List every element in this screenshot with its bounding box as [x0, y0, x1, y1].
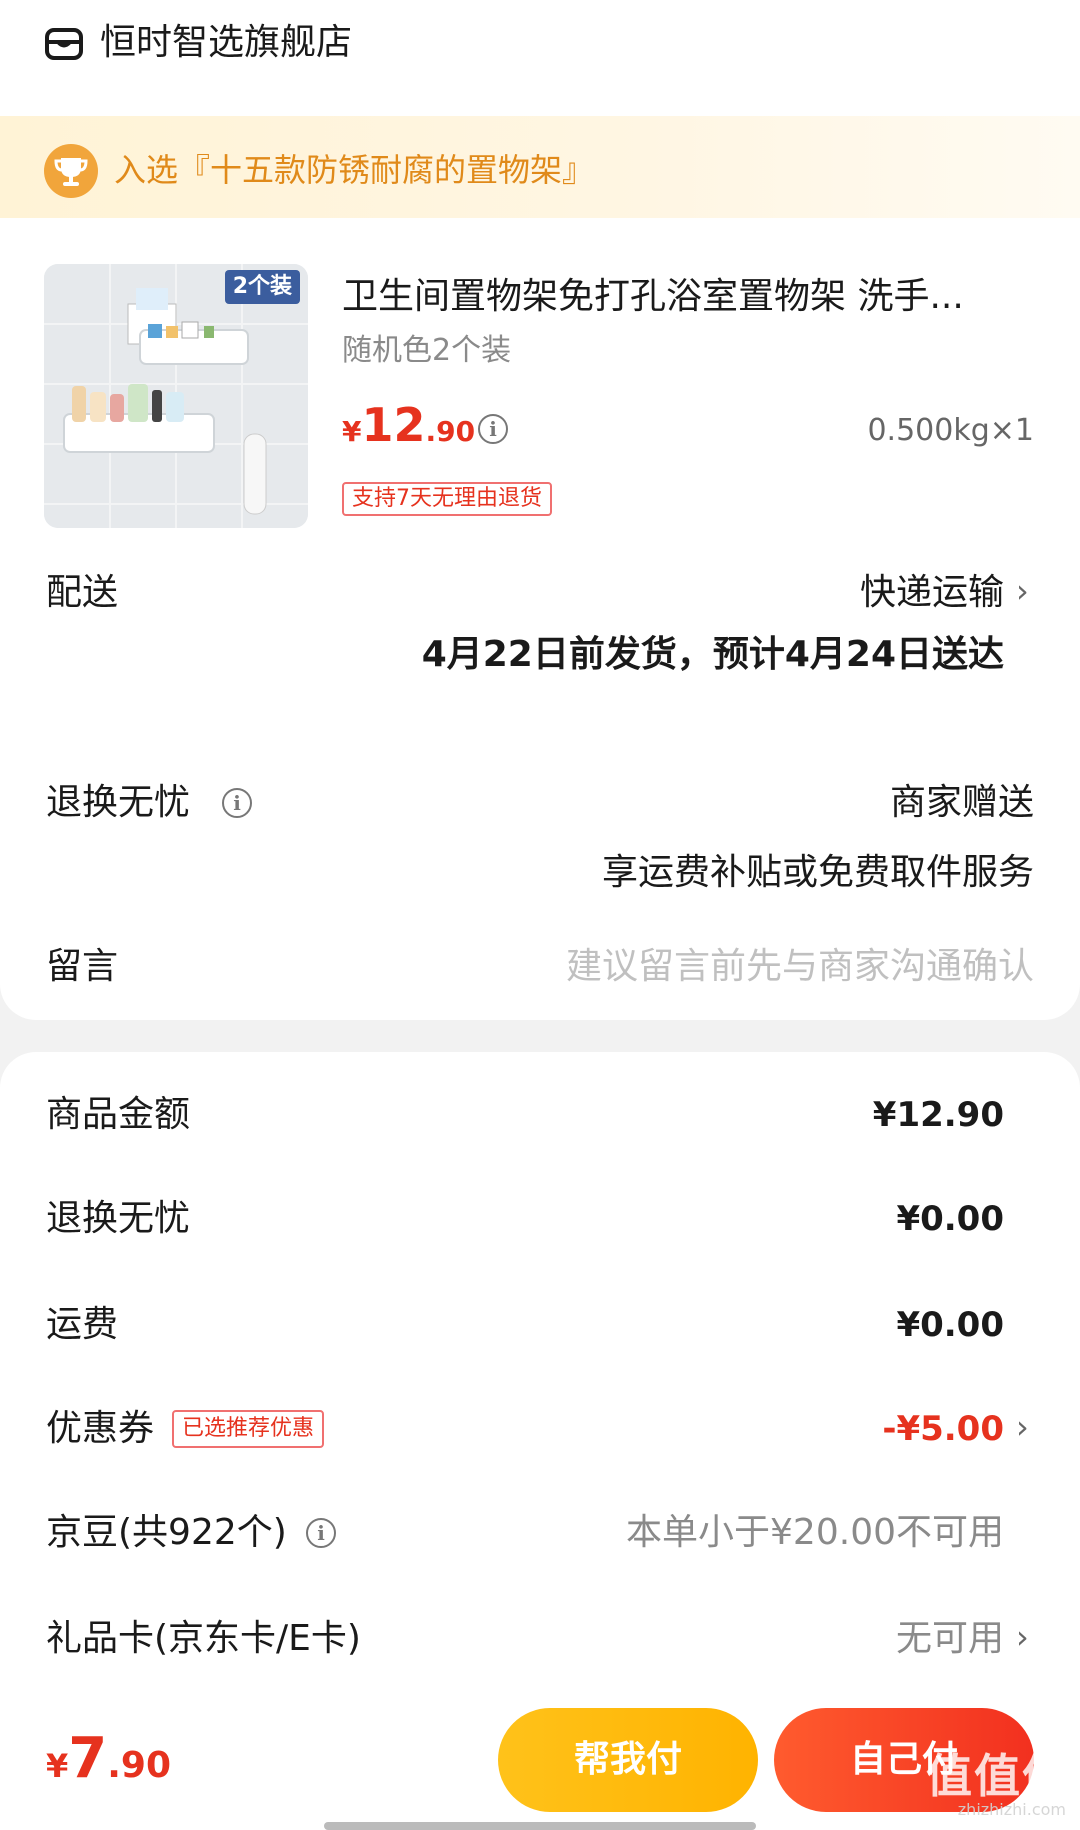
jingdou-label: 京豆(共922个): [46, 1512, 287, 1553]
total-price: ¥7.90: [46, 1724, 171, 1807]
return-policy-tag: 支持7天无理由退货: [342, 482, 552, 516]
worry-free-fee-label: 退换无忧: [46, 1198, 191, 1239]
pack-badge: 2个装: [224, 270, 300, 304]
shipping-label: 运费: [46, 1304, 119, 1345]
worry-free-value: 商家赠送: [889, 782, 1034, 823]
product-image[interactable]: 2个装: [44, 264, 308, 528]
watermark-url: zhizhizhi.com: [957, 1800, 1066, 1819]
price-info-icon[interactable]: i: [478, 414, 508, 444]
delivery-label: 配送: [46, 572, 119, 613]
award-text: 入选『十五款防锈耐腐的置物架』: [114, 151, 595, 189]
trophy-icon: [44, 144, 98, 198]
total-symbol: ¥: [46, 1747, 69, 1785]
delivery-schedule: 4月22日前发货，预计4月24日送达: [421, 634, 1004, 675]
chevron-right-icon[interactable]: ›: [1016, 1612, 1029, 1662]
product-title[interactable]: 卫生间置物架免打孔浴室置物架 洗手...: [342, 272, 1012, 322]
total-decimal: .90: [107, 1745, 172, 1786]
worry-free-detail: 享运费补贴或免费取件服务: [601, 852, 1034, 893]
gift-card-value[interactable]: 无可用: [896, 1614, 1004, 1664]
store-icon: [45, 28, 83, 60]
delivery-method[interactable]: 快递运输: [860, 568, 1004, 618]
coupon-label: 优惠券: [46, 1408, 155, 1449]
store-name[interactable]: 恒时智选旗舰店: [100, 18, 352, 68]
message-label: 留言: [46, 946, 119, 987]
shipping-value: ¥0.00: [896, 1305, 1004, 1345]
price-integer: 12: [361, 398, 426, 452]
product-weight: 0.500kg×1: [867, 413, 1034, 448]
total-integer: 7: [68, 1726, 108, 1791]
watermark: 值值值: [926, 1749, 1070, 1803]
goods-amount-value: ¥12.90: [872, 1095, 1004, 1135]
gift-card-label: 礼品卡(京东卡/E卡): [46, 1618, 361, 1659]
jingdou-value: 本单小于¥20.00不可用: [626, 1512, 1004, 1553]
coupon-tag: 已选推荐优惠: [172, 1410, 325, 1448]
goods-amount-label: 商品金额: [46, 1094, 191, 1135]
home-indicator[interactable]: [324, 1822, 756, 1830]
chevron-right-icon[interactable]: ›: [1016, 1402, 1029, 1452]
coupon-value[interactable]: -¥5.00: [882, 1404, 1004, 1454]
help-pay-button[interactable]: 帮我付: [498, 1708, 758, 1812]
worry-free-label: 退换无忧: [46, 782, 191, 823]
product-spec: 随机色2个装: [342, 333, 512, 368]
price-decimal: .90: [425, 415, 476, 448]
message-input[interactable]: 建议留言前先与商家沟通确认: [566, 942, 1034, 992]
price-symbol: ¥: [342, 415, 362, 448]
info-icon[interactable]: i: [222, 788, 252, 818]
worry-free-fee-value: ¥0.00: [896, 1199, 1004, 1239]
product-price: ¥12.90: [342, 398, 475, 463]
info-icon[interactable]: i: [306, 1518, 336, 1548]
chevron-right-icon[interactable]: ›: [1016, 566, 1029, 616]
